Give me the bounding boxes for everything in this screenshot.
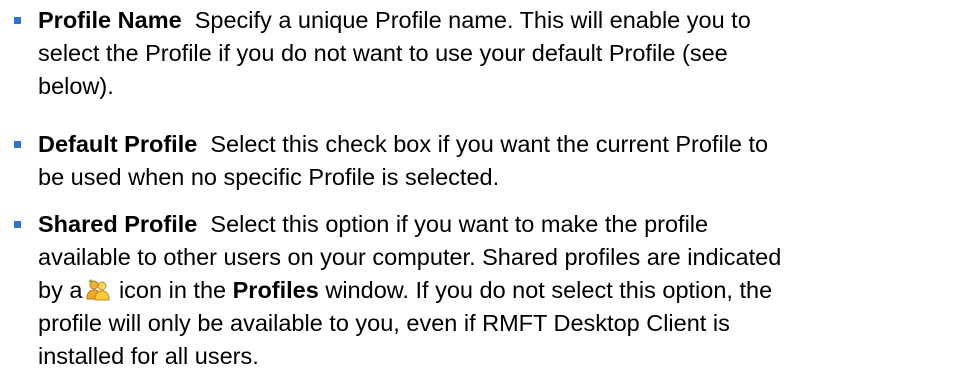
description-fragment: by a bbox=[38, 277, 83, 303]
description-line: installed for all users. bbox=[38, 343, 259, 369]
bullet-marker bbox=[14, 141, 21, 148]
description-line: be used when no specific Profile is sele… bbox=[38, 164, 500, 190]
list-item-text: Shared Profile Select this option if you… bbox=[38, 208, 963, 373]
description-fragment: icon in the bbox=[118, 277, 227, 303]
description-line: profile will only be available to you, e… bbox=[38, 310, 730, 336]
term-shared-profile: Shared Profile bbox=[38, 211, 198, 237]
text-line: Profile Name Specify a unique Profile na… bbox=[38, 4, 963, 37]
shared-users-icon bbox=[86, 279, 110, 301]
term-default-profile: Default Profile bbox=[38, 131, 198, 157]
text-line-with-icon: by a icon in the Profiles window. If you… bbox=[38, 274, 963, 307]
list-item-text: Profile Name Specify a unique Profile na… bbox=[38, 4, 963, 103]
description-line: below). bbox=[38, 73, 114, 99]
bullet-marker bbox=[14, 221, 21, 228]
text-line: Default Profile Select this check box if… bbox=[38, 128, 963, 161]
bullet-marker bbox=[14, 17, 21, 24]
description-line: select the Profile if you do not want to… bbox=[38, 40, 728, 66]
description-line: Select this check box if you want the cu… bbox=[210, 131, 769, 157]
text-line: Shared Profile Select this option if you… bbox=[38, 208, 963, 241]
list-item-text: Default Profile Select this check box if… bbox=[38, 128, 963, 194]
description-fragment: window. If you do not select this option… bbox=[325, 277, 773, 303]
term-profile-name: Profile Name bbox=[38, 7, 182, 33]
description-line: available to other users on your compute… bbox=[38, 244, 782, 270]
profiles-window-name: Profiles bbox=[232, 277, 319, 303]
description-line: Specify a unique Profile name. This will… bbox=[194, 7, 751, 33]
description-line: Select this option if you want to make t… bbox=[210, 211, 709, 237]
help-document: Profile Name Specify a unique Profile na… bbox=[0, 0, 973, 377]
